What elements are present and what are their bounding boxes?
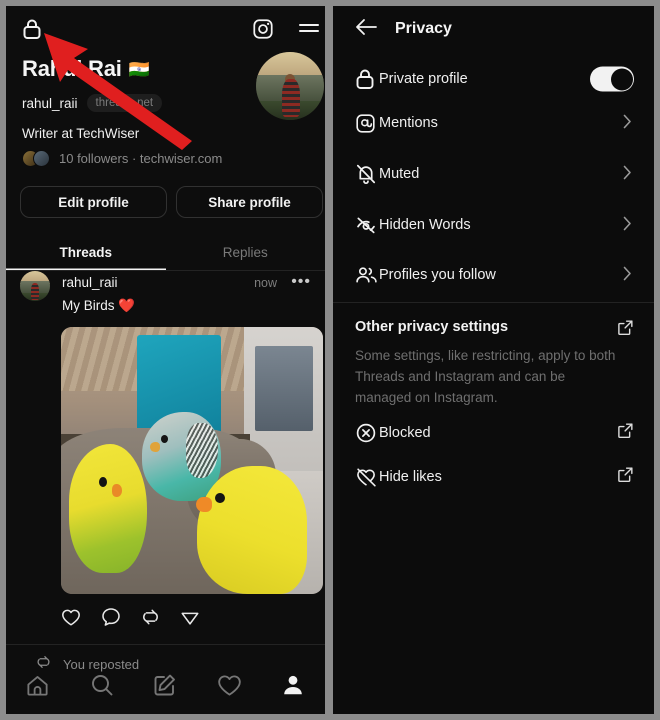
post-more-options-icon[interactable]: ••• xyxy=(291,273,311,291)
privacy-header: Privacy xyxy=(333,6,654,52)
post-divider xyxy=(6,644,325,645)
nav-search[interactable] xyxy=(70,673,134,697)
profile-name-row: Rahul Rai 🇮🇳 xyxy=(22,56,150,82)
domain-badge[interactable]: threads.net xyxy=(86,94,163,112)
bird-yellow-right xyxy=(196,465,308,594)
eye-off-icon xyxy=(355,215,377,235)
tab-threads[interactable]: Threads xyxy=(6,234,166,270)
bell-muted-icon xyxy=(355,163,377,185)
avatar[interactable] xyxy=(256,52,324,120)
profile-handle-row: rahul_raii threads.net xyxy=(22,94,163,112)
nav-home[interactable] xyxy=(6,673,70,697)
lock-icon xyxy=(355,68,375,90)
heart-off-icon xyxy=(355,467,378,488)
share-profile-button[interactable]: Share profile xyxy=(176,186,323,218)
at-sign-icon xyxy=(355,113,376,134)
bird-blue-center xyxy=(142,412,221,501)
post-item: rahul_raii now ••• My Birds ❤️ You repos… xyxy=(6,271,325,672)
row-muted[interactable]: Muted xyxy=(333,154,654,194)
other-privacy-settings-description: Some settings, like restricting, apply t… xyxy=(355,348,616,405)
post-author-name[interactable]: rahul_raii xyxy=(62,275,118,290)
hamburger-menu-icon[interactable] xyxy=(298,20,320,41)
profile-tabs: Threads Replies xyxy=(6,234,325,271)
row-profiles-you-follow[interactable]: Profiles you follow xyxy=(333,255,654,295)
lock-icon[interactable] xyxy=(22,18,42,45)
row-label: Blocked xyxy=(379,425,431,441)
nav-compose[interactable] xyxy=(134,673,198,697)
row-blocked[interactable]: Blocked xyxy=(333,413,654,453)
other-privacy-settings-title: Other privacy settings xyxy=(355,319,509,335)
share-icon[interactable] xyxy=(180,608,200,632)
comment-icon[interactable] xyxy=(101,607,121,632)
like-icon[interactable] xyxy=(61,608,81,632)
nav-profile[interactable] xyxy=(261,673,325,697)
profile-topbar xyxy=(6,6,325,50)
row-hide-likes[interactable]: Hide likes xyxy=(333,457,654,497)
display-name: Rahul Rai xyxy=(22,56,122,81)
profile-bio: Writer at TechWiser xyxy=(22,126,140,141)
nav-activity[interactable] xyxy=(197,674,261,697)
bottom-navigation-bar xyxy=(6,662,325,708)
external-link-icon xyxy=(617,422,634,444)
post-text: My Birds ❤️ xyxy=(62,298,136,313)
chevron-right-icon xyxy=(623,165,632,184)
privacy-settings-panel: Privacy Private profile Mentions Muted H… xyxy=(333,6,654,714)
row-label: Profiles you follow xyxy=(379,267,496,283)
profile-actions: Edit profile Share profile xyxy=(20,186,323,218)
external-link-icon xyxy=(617,466,634,488)
post-timestamp: now xyxy=(254,276,277,290)
profile-meta-row[interactable]: 10 followers · techwiser.com xyxy=(22,150,222,167)
repost-icon[interactable] xyxy=(141,607,160,632)
bird-yellow-left xyxy=(68,444,148,573)
instagram-icon[interactable] xyxy=(252,18,274,45)
chevron-right-icon xyxy=(623,114,632,133)
row-label: Mentions xyxy=(379,115,438,131)
private-profile-toggle[interactable] xyxy=(590,66,634,92)
row-label: Muted xyxy=(379,166,420,182)
followers-and-link: 10 followers · techwiser.com xyxy=(59,151,223,166)
screenshot-frame: Rahul Rai 🇮🇳 rahul_raii threads.net Writ… xyxy=(0,0,660,720)
row-hidden-words[interactable]: Hidden Words xyxy=(333,205,654,245)
post-image[interactable] xyxy=(61,327,323,594)
block-circle-icon xyxy=(355,422,377,444)
section-divider xyxy=(333,302,654,303)
post-header: rahul_raii now ••• xyxy=(20,271,311,301)
row-mentions[interactable]: Mentions xyxy=(333,103,654,143)
post-author-avatar[interactable] xyxy=(20,271,50,301)
row-label: Hidden Words xyxy=(379,217,471,233)
threads-profile-panel: Rahul Rai 🇮🇳 rahul_raii threads.net Writ… xyxy=(6,6,325,714)
row-private-profile[interactable]: Private profile xyxy=(333,59,654,99)
follower-avatars xyxy=(22,150,52,167)
row-label: Private profile xyxy=(379,71,468,87)
post-action-bar xyxy=(61,607,200,632)
edit-profile-button[interactable]: Edit profile xyxy=(20,186,167,218)
row-label: Hide likes xyxy=(379,469,442,485)
external-link-icon[interactable] xyxy=(617,319,634,341)
chevron-right-icon xyxy=(623,266,632,285)
country-flag-emoji: 🇮🇳 xyxy=(128,59,150,79)
chevron-right-icon xyxy=(623,216,632,235)
tab-replies[interactable]: Replies xyxy=(166,234,326,270)
people-icon xyxy=(355,265,378,285)
back-arrow-icon[interactable] xyxy=(355,18,377,41)
profile-handle: rahul_raii xyxy=(22,95,78,111)
page-title: Privacy xyxy=(395,20,452,37)
